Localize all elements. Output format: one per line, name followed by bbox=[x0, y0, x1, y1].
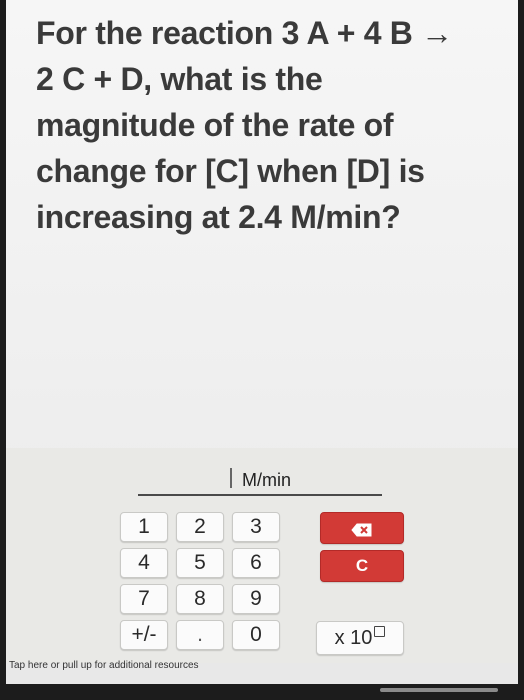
exponent-box-icon bbox=[374, 626, 386, 637]
key-6[interactable]: 6 bbox=[232, 548, 280, 578]
resources-hint[interactable]: Tap here or pull up for additional resou… bbox=[9, 660, 199, 671]
question-line: magnitude of the rate of bbox=[36, 107, 394, 143]
screen: For the reaction 3 A + 4 B → 2 C + D, wh… bbox=[6, 0, 518, 684]
key-3[interactable]: 3 bbox=[232, 512, 280, 542]
scientific-notation-button[interactable]: x 10 bbox=[316, 621, 404, 655]
key-decimal[interactable]: . bbox=[176, 620, 224, 650]
question-text: For the reaction 3 A + 4 B → 2 C + D, wh… bbox=[36, 10, 506, 240]
key-9[interactable]: 9 bbox=[232, 584, 280, 614]
question-line: increasing at 2.4 M/min? bbox=[36, 199, 401, 235]
key-plus-minus[interactable]: +/- bbox=[120, 620, 168, 650]
key-5[interactable]: 5 bbox=[176, 548, 224, 578]
question-line: For the reaction 3 A + 4 B → bbox=[36, 15, 453, 51]
text-caret bbox=[230, 468, 232, 488]
key-0[interactable]: 0 bbox=[232, 620, 280, 650]
backspace-icon bbox=[351, 523, 373, 537]
key-1[interactable]: 1 bbox=[120, 512, 168, 542]
unit-label: M/min bbox=[242, 470, 291, 490]
clear-button[interactable]: C bbox=[320, 550, 404, 582]
question-line: change for [C] when [D] is bbox=[36, 153, 425, 189]
scientific-notation-label: x 10 bbox=[334, 627, 373, 649]
key-2[interactable]: 2 bbox=[176, 512, 224, 542]
home-indicator bbox=[380, 688, 498, 692]
backspace-button[interactable] bbox=[320, 512, 404, 544]
key-7[interactable]: 7 bbox=[120, 584, 168, 614]
question-line: 2 C + D, what is the bbox=[36, 61, 323, 97]
key-8[interactable]: 8 bbox=[176, 584, 224, 614]
key-4[interactable]: 4 bbox=[120, 548, 168, 578]
